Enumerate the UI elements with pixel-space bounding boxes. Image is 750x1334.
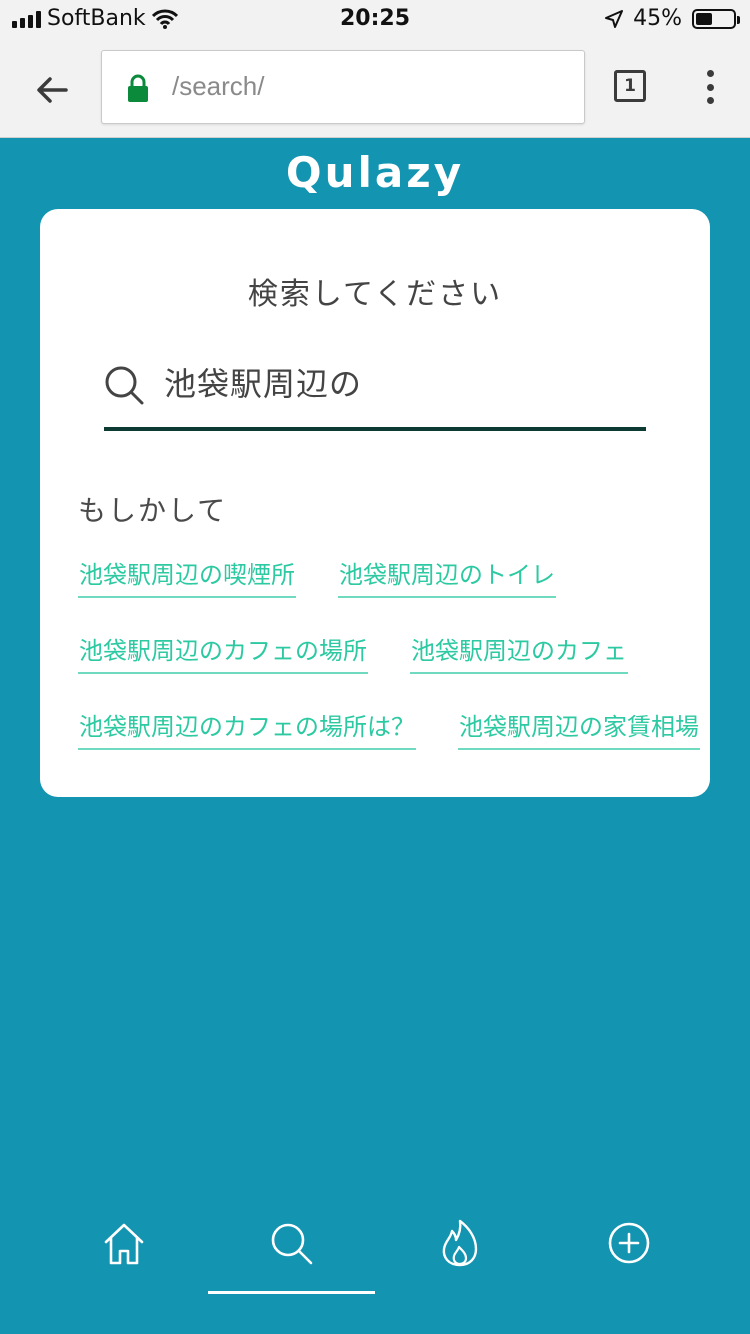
suggestion-link[interactable]: 池袋駅周辺のカフェの場所 — [78, 631, 368, 674]
active-tab-indicator — [208, 1291, 375, 1294]
suggestion-link[interactable]: 池袋駅周辺の家賃相場 — [458, 707, 700, 750]
search-input[interactable]: 池袋駅周辺の — [164, 359, 362, 405]
search-icon — [105, 366, 144, 405]
location-arrow-icon — [605, 9, 624, 28]
suggestion-link[interactable]: 池袋駅周辺のカフェ — [410, 631, 628, 674]
suggestion-link[interactable]: 池袋駅周辺の喫煙所 — [78, 555, 296, 598]
browser-toolbar: /search/ 1 — [0, 40, 750, 138]
home-icon[interactable] — [99, 1218, 149, 1268]
plus-circle-icon[interactable] — [604, 1218, 654, 1268]
back-arrow-icon[interactable] — [30, 68, 74, 112]
battery-percent: 45% — [633, 6, 682, 31]
battery-fill — [696, 12, 713, 25]
search-card: 検索してください 池袋駅周辺の もしかして 池袋駅周辺の喫煙所 池袋駅周辺のトイ… — [40, 209, 710, 797]
search-title: 検索してください — [247, 277, 503, 312]
search-icon[interactable] — [266, 1218, 316, 1268]
status-bar: SoftBank 20:25 45% — [0, 0, 750, 40]
tabs-button[interactable]: 1 — [614, 70, 646, 102]
suggestion-link[interactable]: 池袋駅周辺のカフェの場所は？ — [78, 707, 416, 750]
search-field[interactable]: 池袋駅周辺の — [104, 359, 646, 431]
suggestion-row: 池袋駅周辺のカフェの場所は？ 池袋駅周辺の家賃相場 — [78, 707, 700, 750]
suggestion-list: 池袋駅周辺の喫煙所 池袋駅周辺のトイレ 池袋駅周辺のカフェの場所 池袋駅周辺のカ… — [78, 555, 700, 783]
url-text: /search/ — [172, 71, 265, 101]
suggestion-row: 池袋駅周辺の喫煙所 池袋駅周辺のトイレ — [78, 555, 678, 598]
bottom-nav — [0, 1200, 750, 1334]
lock-icon — [128, 74, 148, 102]
brand-logo[interactable]: Qulazy — [0, 148, 750, 197]
suggestion-link[interactable]: 池袋駅周辺のトイレ — [338, 555, 556, 598]
fire-icon[interactable] — [435, 1218, 485, 1268]
suggestions-heading: もしかして — [78, 494, 228, 527]
battery-icon — [692, 8, 740, 29]
suggestion-row: 池袋駅周辺のカフェの場所 池袋駅周辺のカフェ — [78, 631, 678, 674]
overflow-menu-icon[interactable] — [700, 70, 720, 104]
status-right: 45% — [605, 6, 740, 31]
address-bar[interactable]: /search/ — [101, 50, 585, 124]
